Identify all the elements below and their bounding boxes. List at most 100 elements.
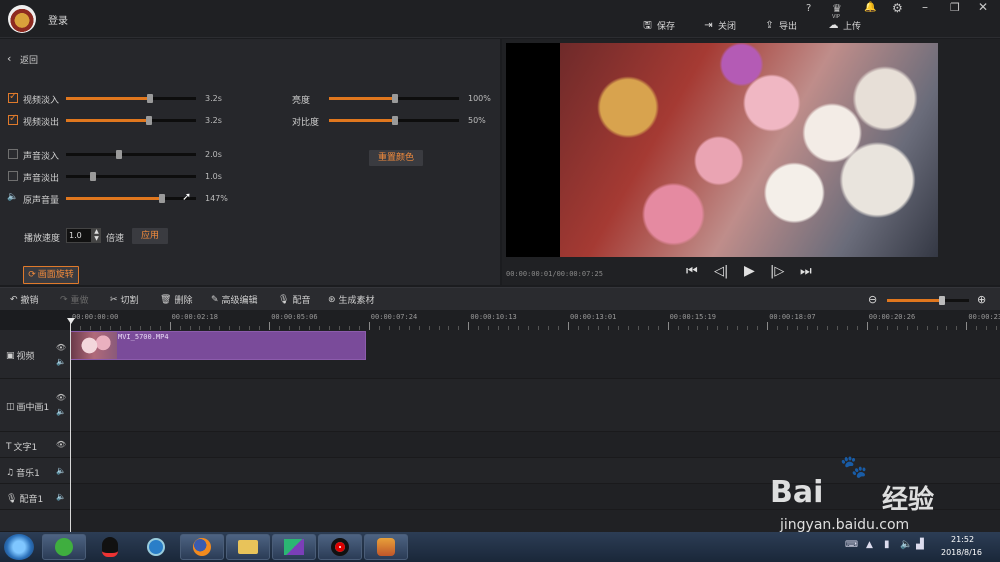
mute-speaker-icon[interactable]: 🔈 <box>56 466 66 475</box>
advanced-edit-button[interactable]: ✎ 高级编辑 <box>211 293 258 307</box>
trash-icon: 🗑 <box>160 294 172 305</box>
minimize-button[interactable]: – <box>922 0 928 14</box>
slider-knob[interactable] <box>116 150 122 159</box>
slider-fill <box>887 299 942 302</box>
close-window-button[interactable]: ✕ <box>978 0 988 14</box>
taskbar-recorder[interactable] <box>318 534 362 560</box>
mute-speaker-icon[interactable]: 🔈 <box>56 492 66 501</box>
video-track-label: ▣ 视频 <box>6 350 35 363</box>
brightness-label: 亮度 <box>292 96 311 106</box>
skip-end-icon[interactable]: ⏭ <box>800 264 812 279</box>
slider-knob[interactable] <box>159 194 165 203</box>
help-icon[interactable]: ? <box>806 3 811 14</box>
zoom-slider[interactable] <box>887 296 969 305</box>
export-button[interactable]: ⇪ 导出 <box>764 19 797 32</box>
timeline-ruler[interactable]: 00:00:00:00 00:00:02:18 00:00:05:06 00:00:0… <box>70 310 1000 330</box>
undo-button[interactable]: ↶ 撤销 <box>10 293 39 307</box>
brightness-slider[interactable] <box>329 94 459 103</box>
restore-button[interactable]: ❐ <box>950 1 960 14</box>
apply-button[interactable]: 应用 <box>132 228 168 244</box>
audio-fade-in-checkbox[interactable] <box>8 149 18 159</box>
generate-material-button[interactable]: ⊛ 生成素材 <box>328 293 375 307</box>
slider-fill <box>66 197 162 200</box>
taskbar-app[interactable] <box>272 534 316 560</box>
play-icon[interactable]: ▶ <box>744 263 755 279</box>
skip-start-icon[interactable]: ⏮ <box>686 264 698 279</box>
login-link[interactable]: 登录 <box>48 12 68 27</box>
speed-stepper[interactable]: ▲ ▼ <box>92 228 101 243</box>
browser-icon <box>55 538 73 556</box>
taskbar-media[interactable] <box>134 534 178 560</box>
taskbar-video-editor[interactable] <box>364 534 408 560</box>
rotate-icon: ⟳ <box>28 270 36 280</box>
delete-button[interactable]: 🗑 删除 <box>160 293 192 307</box>
slider-knob[interactable] <box>146 116 152 125</box>
text-track-header: T 文字1 👁 <box>0 432 70 458</box>
video-fade-in-slider[interactable] <box>66 94 196 103</box>
cloud-upload-icon: ☁ <box>828 20 839 31</box>
reset-color-button[interactable]: 重置颜色 <box>369 150 423 166</box>
taskbar-firefox[interactable] <box>180 534 224 560</box>
pip-track-icon: ◫ <box>6 401 15 412</box>
mute-speaker-icon[interactable]: 🔈 <box>56 407 66 416</box>
zoom-out-icon[interactable]: ⊖ <box>868 293 877 306</box>
visibility-eye-icon[interactable]: 👁 <box>56 343 66 352</box>
slider-knob[interactable] <box>147 94 153 103</box>
taskbar-360-browser[interactable] <box>42 534 86 560</box>
properties-panel <box>0 39 500 285</box>
close-project-button[interactable]: ⇥ 关闭 <box>703 19 736 32</box>
watermark-brand: Bai <box>770 475 824 510</box>
mute-speaker-icon[interactable]: 🔈 <box>56 357 66 366</box>
save-button[interactable]: 🖫 保存 <box>642 19 675 32</box>
slider-fill <box>66 119 149 122</box>
video-fade-in-checkbox[interactable] <box>8 91 18 103</box>
upload-button[interactable]: ☁ 上传 <box>828 19 862 32</box>
clock-date[interactable]: 2018/8/16 <box>941 548 982 557</box>
video-fade-out-value: 3.2s <box>205 116 222 125</box>
step-back-icon[interactable]: ◁| <box>714 264 728 279</box>
speed-input[interactable]: 1.0 <box>66 228 92 243</box>
playhead[interactable] <box>70 318 71 532</box>
audio-fade-in-slider[interactable] <box>66 150 196 159</box>
original-volume-slider[interactable] <box>66 194 196 203</box>
taskbar-qq[interactable] <box>88 534 132 560</box>
step-forward-icon[interactable]: |▷ <box>770 264 784 279</box>
bell-icon[interactable]: 🔔 <box>864 2 876 13</box>
back-chevron-icon[interactable]: ‹ <box>7 52 11 65</box>
audio-fade-out-checkbox[interactable] <box>8 171 18 181</box>
app-icon <box>284 539 304 555</box>
slider-knob[interactable] <box>392 94 398 103</box>
start-button[interactable] <box>4 534 34 560</box>
visibility-eye-icon[interactable]: 👁 <box>56 393 66 402</box>
redo-button[interactable]: ↷ 重做 <box>60 293 89 307</box>
slider-knob[interactable] <box>90 172 96 181</box>
dub-button[interactable]: 🎙 配音 <box>278 293 310 307</box>
slider-fill <box>66 97 150 100</box>
zoom-in-icon[interactable]: ⊕ <box>977 293 986 306</box>
video-fade-out-checkbox[interactable] <box>8 113 18 125</box>
title-bar: 登录 ? ♛ VIP 🔔 ⚙ – ❐ ✕ 🖫 保存 ⇥ 关闭 ⇪ 导出 ☁ 上传 <box>0 0 1000 38</box>
video-preview[interactable] <box>506 43 938 257</box>
playhead-marker[interactable] <box>67 318 75 324</box>
contrast-slider[interactable] <box>329 116 459 125</box>
video-fade-in-label: 视频淡入 <box>23 96 60 106</box>
audio-fade-out-slider[interactable] <box>66 172 196 181</box>
slider-fill <box>329 97 394 100</box>
back-button[interactable]: 返回 <box>20 53 38 66</box>
cut-button[interactable]: ✂ 切割 <box>110 293 139 307</box>
ruler-major-tick <box>169 322 171 330</box>
original-volume-label: 原声音量 <box>23 196 60 206</box>
contrast-label: 对比度 <box>292 118 320 128</box>
export-icon: ⇪ <box>765 20 774 31</box>
video-fade-out-slider[interactable] <box>66 116 196 125</box>
slider-knob[interactable] <box>939 296 945 305</box>
visibility-eye-icon[interactable]: 👁 <box>56 440 66 449</box>
rotate-button[interactable]: ⟳ 画面旋转 <box>23 266 79 284</box>
ruler-time-label: 00:00:13:01 <box>570 313 617 321</box>
pip-track-row[interactable] <box>70 379 1000 432</box>
user-avatar[interactable] <box>8 5 36 33</box>
video-fade-in-value: 3.2s <box>205 94 222 103</box>
slider-knob[interactable] <box>392 116 398 125</box>
settings-gear-icon[interactable]: ⚙ <box>892 1 903 15</box>
taskbar-explorer[interactable] <box>226 534 270 560</box>
